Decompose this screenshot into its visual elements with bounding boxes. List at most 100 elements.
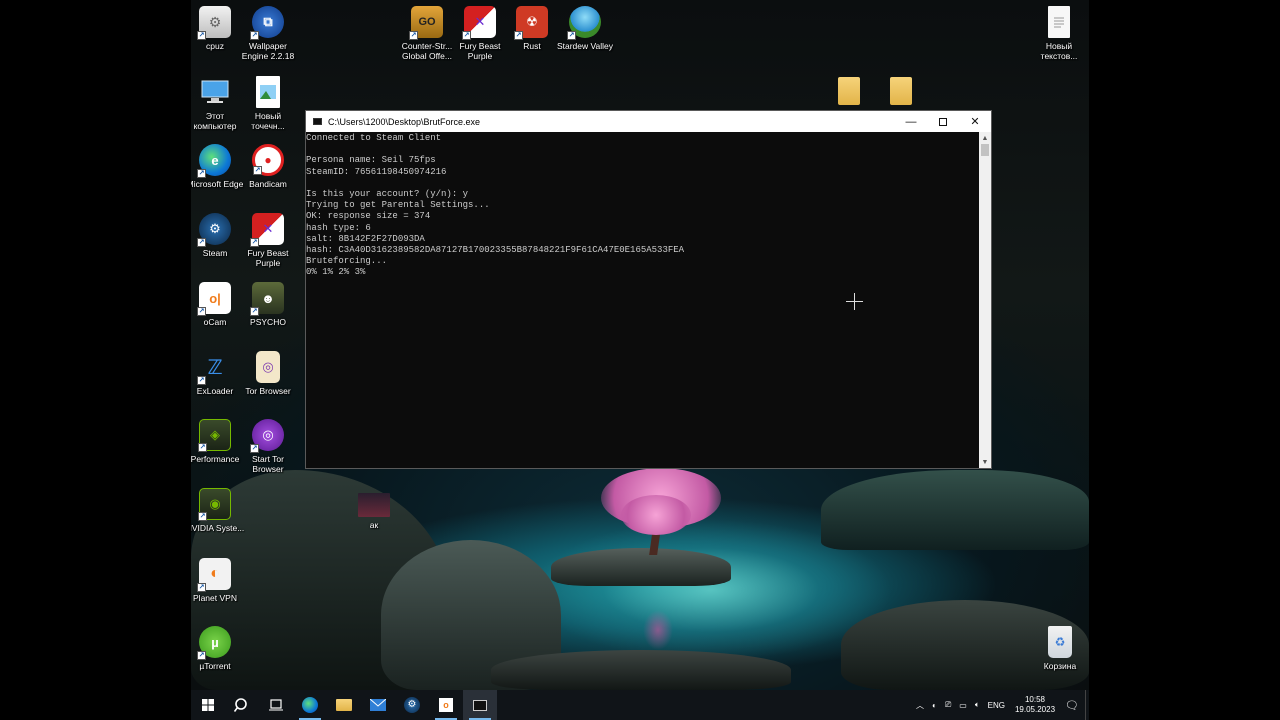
nvidia-system-icon: ◉ ↗ bbox=[198, 488, 231, 521]
minimize-button[interactable]: — bbox=[895, 111, 927, 132]
desktop-icon-start-tor-browser[interactable]: ◎ ↗ Start Tor Browser bbox=[237, 419, 299, 474]
ocam-icon: o | ↗ bbox=[197, 282, 231, 316]
search-button[interactable] bbox=[225, 690, 259, 720]
console-window[interactable]: C:\Users\1200\Desktop\BrutForce.exe — ✕ … bbox=[305, 110, 992, 469]
desktop-icon-label: Wallpaper Engine 2.2.18 bbox=[241, 41, 295, 61]
bandicam-icon: ● ↗ bbox=[252, 144, 284, 176]
console-line: Persona name: Seil 75fps bbox=[306, 155, 436, 166]
psycho-icon: ☻ ↗ bbox=[250, 282, 284, 316]
language-indicator[interactable]: ENG bbox=[988, 701, 1005, 710]
desktop-icon-label: µTorrent bbox=[199, 661, 231, 671]
desktop: ⚙ ↗ cpuz ⧉ ↗ Wallpaper Engine 2.2.18 Этот … bbox=[191, 0, 1089, 720]
mail-icon bbox=[370, 699, 386, 711]
console-output[interactable]: Connected to Steam Client Persona name: … bbox=[306, 132, 979, 468]
edge-icon: e ↗ bbox=[197, 144, 231, 178]
text-file-icon bbox=[1048, 6, 1070, 38]
steam-icon: ⚙ ↗ bbox=[197, 213, 231, 247]
steam-icon: ⚙ bbox=[404, 697, 420, 713]
desktop-icon-label: Fury Beast Purple bbox=[247, 248, 289, 268]
desktop-icon-label: Bandicam bbox=[249, 179, 287, 189]
window-titlebar[interactable]: C:\Users\1200\Desktop\BrutForce.exe — ✕ bbox=[306, 111, 991, 132]
planet-vpn-icon: ◐ ↗ bbox=[197, 558, 231, 592]
desktop-icon-text-file[interactable]: Новый текстов... bbox=[1028, 6, 1089, 61]
ocam-icon: o bbox=[439, 698, 453, 712]
desktop-icon-fury-beast[interactable]: ✕ ↗ Fury Beast Purple bbox=[237, 213, 299, 268]
usb-icon[interactable]: ⎚ bbox=[945, 700, 951, 710]
taskbar-console[interactable] bbox=[463, 690, 497, 720]
security-icon[interactable]: ◐ bbox=[932, 701, 937, 710]
fury-beast-icon: ✕ ↗ bbox=[250, 213, 284, 247]
taskbar-ocam[interactable]: o bbox=[429, 690, 463, 720]
folder-icon[interactable] bbox=[890, 77, 912, 105]
taskbar-mail[interactable] bbox=[361, 690, 395, 720]
mouse-cursor-crosshair-icon bbox=[846, 293, 863, 310]
desktop-icon-recycle-bin[interactable]: ♻ Корзина bbox=[1029, 626, 1089, 671]
desktop-icon-planet-vpn[interactable]: ◐ ↗ Planet VPN bbox=[191, 558, 246, 603]
desktop-icon-label: NVIDIA Syste... bbox=[191, 523, 245, 533]
console-line: 0% 1% 2% 3% bbox=[306, 267, 366, 278]
recycle-bin-icon: ♻ bbox=[1048, 626, 1072, 658]
volume-icon[interactable]: 🔈︎ bbox=[975, 700, 980, 710]
wallpaper-rock bbox=[821, 470, 1089, 550]
bitmap-file-icon bbox=[256, 76, 280, 108]
console-line: Connected to Steam Client bbox=[306, 133, 442, 143]
taskbar-file-explorer[interactable] bbox=[327, 690, 361, 720]
desktop-icon-wallpaper-engine[interactable]: ⧉ ↗ Wallpaper Engine 2.2.18 bbox=[237, 6, 299, 61]
scrollbar-thumb[interactable] bbox=[981, 144, 989, 156]
wallpaper-island bbox=[551, 548, 731, 586]
wallpaper-engine-icon: ⧉ ↗ bbox=[250, 6, 284, 40]
start-button[interactable] bbox=[191, 690, 225, 720]
desktop-icon-bandicam[interactable]: ● ↗ Bandicam bbox=[237, 144, 299, 189]
cpuz-icon: ⚙ ↗ bbox=[197, 6, 231, 40]
exloader-icon: ℤ ↗ bbox=[197, 356, 223, 385]
desktop-icon-nvidia-system[interactable]: ◉ ↗ NVIDIA Syste... bbox=[191, 488, 246, 533]
clock[interactable]: 10:58 19.05.2023 bbox=[1015, 695, 1055, 715]
this-pc-icon bbox=[199, 76, 231, 108]
search-icon bbox=[234, 698, 247, 712]
desktop-icon-bitmap[interactable]: Новый точечн... bbox=[237, 76, 299, 131]
wallpaper-rock bbox=[491, 650, 791, 690]
desktop-icon-ak[interactable]: ак bbox=[343, 493, 405, 530]
clock-time: 10:58 bbox=[1024, 695, 1046, 704]
desktop-icon-psycho[interactable]: ☻ ↗ PSYCHO bbox=[237, 282, 299, 327]
chevron-up-icon[interactable]: ︿ bbox=[916, 700, 924, 711]
minimize-icon: — bbox=[905, 115, 917, 128]
fury-beast-icon: ✕ ↗ bbox=[462, 6, 496, 40]
console-line: hash: C3A40D3162389582DA87127B170023355B… bbox=[306, 245, 685, 256]
clock-date: 19.05.2023 bbox=[1014, 705, 1056, 714]
desktop-icon-stardew-valley[interactable]: ↗ Stardew Valley bbox=[554, 6, 616, 51]
close-button[interactable]: ✕ bbox=[959, 111, 991, 132]
console-line: salt: 8B142F2F27D093DA bbox=[306, 233, 425, 244]
show-desktop-button[interactable] bbox=[1085, 690, 1089, 720]
taskbar-steam[interactable]: ⚙ bbox=[395, 690, 429, 720]
close-icon: ✕ bbox=[970, 116, 980, 128]
taskbar-edge[interactable] bbox=[293, 690, 327, 720]
vertical-scrollbar[interactable]: ▲ ▼ bbox=[979, 132, 991, 468]
rust-icon: ☢ ↗ bbox=[514, 6, 548, 40]
window-title: C:\Users\1200\Desktop\BrutForce.exe bbox=[328, 116, 481, 127]
scroll-up-arrow-icon[interactable]: ▲ bbox=[979, 132, 991, 144]
console-line: SteamID: 76561198450974216 bbox=[306, 166, 447, 177]
console-line: hash type: 6 bbox=[306, 222, 371, 233]
folder-icon bbox=[336, 699, 352, 711]
task-view-button[interactable] bbox=[259, 690, 293, 720]
notifications-icon[interactable]: 🗨︎ bbox=[1065, 699, 1079, 712]
folder-icon[interactable] bbox=[838, 77, 860, 105]
desktop-icon-tor-browser[interactable]: ◎ Tor Browser bbox=[237, 351, 299, 396]
network-icon[interactable]: ▭ bbox=[959, 701, 967, 710]
nvidia-performance-icon: ◈ ↗ bbox=[198, 419, 231, 452]
desktop-icon-utorrent[interactable]: µ ↗ µTorrent bbox=[191, 626, 246, 671]
desktop-icon-label: PSYCHO bbox=[250, 317, 286, 327]
task-view-icon bbox=[269, 699, 283, 711]
system-tray: ︿ ◐ ⎚ ▭ 🔈︎ ENG 10:58 19.05.2023 🗨︎ bbox=[912, 690, 1089, 720]
console-line: Bruteforcing... bbox=[306, 256, 388, 267]
maximize-button[interactable] bbox=[927, 111, 959, 132]
start-tor-browser-icon: ◎ ↗ bbox=[250, 419, 284, 453]
desktop-icon-label: Корзина bbox=[1043, 661, 1077, 671]
wallpaper-tree-blossom bbox=[621, 495, 691, 535]
scroll-down-arrow-icon[interactable]: ▼ bbox=[979, 456, 991, 468]
maximize-icon bbox=[939, 117, 947, 126]
console-line: Trying to get Parental Settings... bbox=[306, 200, 490, 211]
